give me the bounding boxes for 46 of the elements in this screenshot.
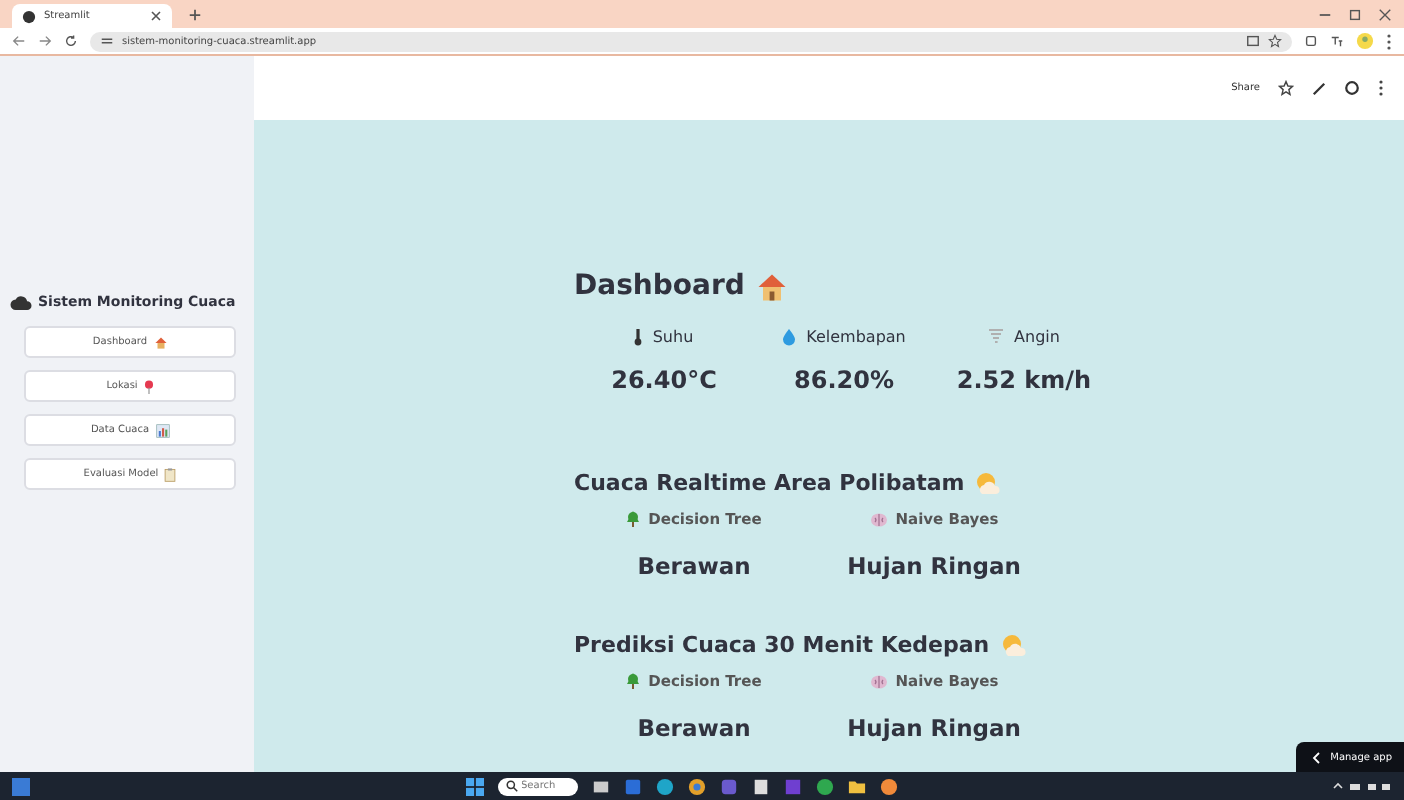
bar-chart-icon: [155, 423, 170, 437]
metric-label: Angin: [1014, 328, 1060, 346]
cloud-icon: [10, 295, 32, 309]
metric-value: 26.40°C: [611, 366, 717, 394]
forward-icon[interactable]: [38, 34, 52, 48]
metric-value: 86.20%: [794, 366, 894, 394]
star-icon[interactable]: [1268, 34, 1282, 48]
brain-icon: [869, 511, 888, 527]
thermometer-icon: [634, 328, 643, 346]
folder-icon[interactable]: [847, 777, 865, 795]
prediction-result: Berawan: [637, 714, 751, 742]
tree-icon: [626, 672, 641, 690]
reload-icon[interactable]: [64, 34, 78, 48]
tornado-icon: [988, 328, 1005, 346]
more-icon[interactable]: [1386, 33, 1392, 49]
house-icon: [153, 335, 168, 349]
prediction-result: Berawan: [637, 552, 751, 580]
new-tab-icon[interactable]: [188, 7, 202, 21]
prediction-result: Hujan Ringan: [847, 552, 1021, 580]
metric-label: Suhu: [652, 328, 694, 346]
metric-value: 2.52 km/h: [956, 366, 1092, 394]
star-icon[interactable]: [1278, 80, 1294, 96]
droplet-icon: [782, 328, 797, 346]
sun-behind-cloud-icon: [999, 633, 1028, 657]
translate-icon[interactable]: [1330, 34, 1344, 48]
dashboard-heading: Dashboard: [574, 270, 745, 302]
section-heading: Cuaca Realtime Area Polibatam: [574, 470, 965, 496]
sun-behind-cloud-icon: [974, 471, 1003, 495]
profile-icon[interactable]: [1356, 32, 1374, 50]
brain-icon: [869, 673, 888, 689]
restore-icon[interactable]: [1348, 7, 1362, 21]
tree-icon: [626, 510, 641, 528]
more-icon[interactable]: [1378, 80, 1384, 96]
system-tray-icon[interactable]: [1332, 780, 1392, 792]
close-icon[interactable]: [150, 10, 162, 22]
pin-icon: [143, 379, 154, 393]
back-icon[interactable]: [12, 34, 26, 48]
clipboard-icon: [164, 467, 177, 481]
house-icon: [756, 271, 789, 301]
chevron-icon: [1312, 751, 1321, 763]
close-window-icon[interactable]: [1378, 7, 1392, 21]
metric-label: Kelembapan: [806, 328, 906, 346]
section-heading: Prediksi Cuaca 30 Menit Kedepan: [574, 632, 990, 658]
prediction-result: Hujan Ringan: [847, 714, 1021, 742]
windows-start-icon[interactable]: [465, 777, 483, 795]
pencil-icon[interactable]: [1312, 81, 1326, 95]
